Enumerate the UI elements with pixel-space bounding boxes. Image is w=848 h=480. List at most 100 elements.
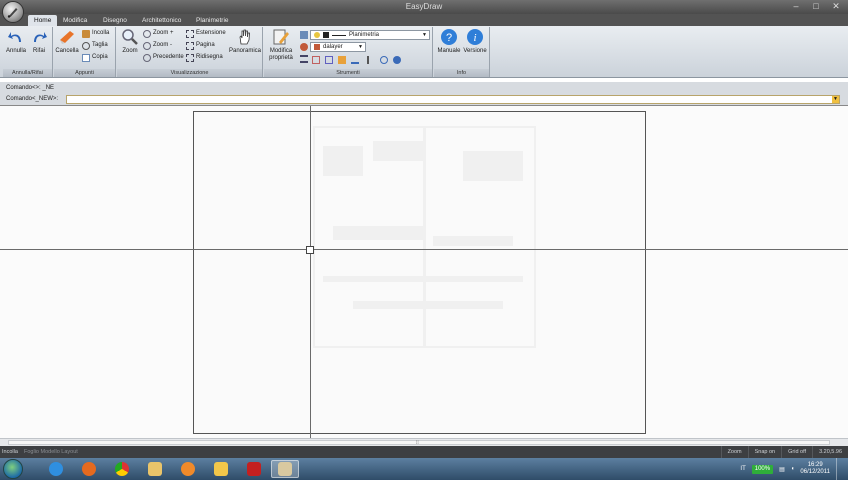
horizontal-scrollbar[interactable]: ⁞⁞ bbox=[0, 438, 848, 446]
delete-button[interactable]: Cancella bbox=[54, 28, 80, 55]
chevron-down-icon[interactable]: ▼ bbox=[832, 96, 839, 103]
coordinates-readout: 3.20,5.96 bbox=[812, 446, 848, 458]
pdf-icon bbox=[247, 462, 261, 476]
taskbar: IT 100% ▤ ◖ 16:29 06/12/2011 bbox=[0, 458, 848, 480]
taskbar-ie[interactable] bbox=[42, 460, 70, 478]
snap-toggle[interactable]: Snap on bbox=[747, 446, 782, 458]
taskbar-folder[interactable] bbox=[141, 460, 169, 478]
maximize-button[interactable]: □ bbox=[808, 1, 824, 12]
bulb-icon bbox=[314, 32, 320, 38]
extension-button[interactable]: Estensione bbox=[186, 28, 226, 39]
color-icon[interactable] bbox=[300, 43, 308, 51]
explorer-icon bbox=[214, 462, 228, 476]
ribbon-tabs: Home Modifica Disegno Architettonico Pla… bbox=[0, 14, 848, 26]
tab-architettonico[interactable]: Architettonico bbox=[136, 15, 187, 26]
cut-label: Taglia bbox=[92, 42, 108, 48]
tab-planimetrie[interactable]: Planimetrie bbox=[190, 15, 235, 26]
redo-button[interactable]: Rifai bbox=[26, 28, 52, 55]
linetype-combo[interactable]: Planimetria ▼ bbox=[310, 30, 430, 40]
battery-indicator[interactable]: 100% bbox=[751, 464, 774, 474]
taskbar-easydraw[interactable] bbox=[271, 460, 299, 478]
tab-home[interactable]: Home bbox=[28, 15, 58, 26]
pan-button[interactable]: Panoramica bbox=[229, 28, 261, 55]
zoom-status[interactable]: Zoom bbox=[720, 446, 748, 458]
previous-label: Precedente bbox=[153, 54, 184, 60]
status-bar: Incolla Foglio Modello Layout Zoom Snap … bbox=[0, 446, 848, 458]
scrollbar-thumb[interactable] bbox=[8, 440, 830, 445]
delete-label: Cancella bbox=[55, 48, 79, 54]
info-icon: i bbox=[467, 29, 483, 45]
command-input[interactable]: ▼ bbox=[66, 95, 840, 104]
snap-tool-icon[interactable] bbox=[367, 56, 375, 64]
windows-start-icon[interactable] bbox=[3, 459, 23, 479]
redo-icon bbox=[34, 32, 47, 42]
manual-button[interactable]: ? Manuale bbox=[436, 28, 462, 55]
app-orb-icon[interactable] bbox=[2, 1, 24, 23]
help-icon: ? bbox=[441, 29, 457, 45]
layout-tabs[interactable]: Foglio Modello Layout bbox=[24, 446, 78, 458]
cursor-pickbox bbox=[306, 246, 314, 254]
drawing-canvas[interactable] bbox=[0, 105, 848, 439]
chrome-icon bbox=[115, 462, 129, 476]
taskbar-chrome[interactable] bbox=[108, 460, 136, 478]
page-button[interactable]: Pagina bbox=[186, 40, 215, 51]
minimize-button[interactable]: – bbox=[788, 1, 804, 12]
cut-button[interactable]: Taglia bbox=[82, 40, 108, 51]
volume-icon[interactable]: ◖ bbox=[791, 466, 795, 472]
copy-button[interactable]: Copia bbox=[82, 52, 108, 63]
line-sample bbox=[332, 34, 346, 36]
zoom-button[interactable]: Zoom bbox=[117, 28, 143, 55]
easydraw-icon bbox=[278, 462, 292, 476]
network-icon[interactable]: ▤ bbox=[779, 466, 785, 473]
redraw-button[interactable]: Ridisegna bbox=[186, 52, 223, 63]
zoom-in-button[interactable]: Zoom + bbox=[143, 28, 174, 39]
undo-icon bbox=[8, 32, 21, 42]
show-desktop-button[interactable] bbox=[836, 458, 844, 480]
version-button[interactable]: i Versione bbox=[462, 28, 488, 55]
extension-icon bbox=[186, 29, 194, 38]
taskbar-explorer[interactable] bbox=[207, 460, 235, 478]
paste-icon bbox=[82, 29, 90, 38]
tab-modifica[interactable]: Modifica bbox=[57, 15, 93, 26]
zoom-out-button[interactable]: Zoom - bbox=[143, 40, 172, 51]
grid-tool-icon[interactable] bbox=[312, 56, 320, 64]
paste-button[interactable]: Incolla bbox=[82, 28, 109, 39]
language-indicator[interactable]: IT bbox=[740, 466, 745, 472]
delete-icon bbox=[60, 31, 74, 44]
clock-time: 16:29 bbox=[807, 462, 823, 468]
copy-label: Copia bbox=[92, 54, 108, 60]
taskbar-firefox[interactable] bbox=[75, 460, 103, 478]
group-label-tools: Strumenti bbox=[264, 69, 432, 77]
layer-icon[interactable] bbox=[300, 31, 308, 39]
modify-properties-button[interactable]: Modifica proprietà bbox=[266, 28, 296, 62]
redo-label: Rifai bbox=[32, 48, 45, 54]
refresh-tool-icon[interactable] bbox=[380, 56, 388, 64]
clock-date: 06/12/2011 bbox=[800, 469, 830, 475]
clock[interactable]: 16:29 06/12/2011 bbox=[800, 462, 830, 476]
linestyle-icon[interactable] bbox=[300, 55, 308, 63]
command-line: Comando<_NEW>: ▼ bbox=[0, 94, 848, 105]
layer-value: dalayer bbox=[323, 43, 343, 50]
layer-combo[interactable]: dalayer ▼ bbox=[310, 42, 366, 52]
grid-toggle[interactable]: Grid off bbox=[781, 446, 812, 458]
measure-tool-icon[interactable] bbox=[351, 56, 359, 64]
linetype-value: Planimetria bbox=[349, 31, 380, 38]
layer-color-icon bbox=[314, 44, 320, 50]
paste-label: Incolla bbox=[92, 30, 110, 36]
ie-icon bbox=[49, 462, 63, 476]
redraw-label: Ridisegna bbox=[196, 54, 223, 60]
previous-button[interactable]: Precedente bbox=[143, 52, 184, 63]
block-tool-icon[interactable] bbox=[338, 56, 346, 64]
table-tool-icon[interactable] bbox=[325, 56, 333, 64]
close-button[interactable]: ✕ bbox=[828, 1, 844, 12]
ghost-drawing bbox=[313, 126, 536, 348]
crosshair-vertical bbox=[310, 106, 311, 439]
page-label: Pagina bbox=[196, 42, 215, 48]
taskbar-media[interactable] bbox=[174, 460, 202, 478]
group-undo: Annulla Rifai Annulla/Rifai bbox=[3, 27, 53, 77]
taskbar-pdf[interactable] bbox=[240, 460, 268, 478]
cut-icon bbox=[82, 41, 90, 50]
help-small-icon[interactable] bbox=[393, 56, 401, 64]
tab-disegno[interactable]: Disegno bbox=[97, 15, 133, 26]
zoom-out-label: Zoom - bbox=[153, 42, 173, 48]
